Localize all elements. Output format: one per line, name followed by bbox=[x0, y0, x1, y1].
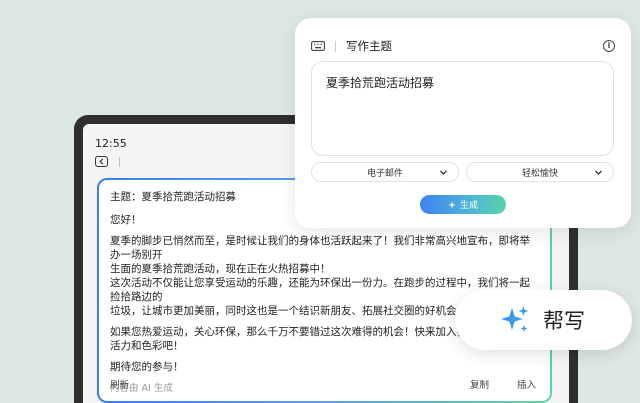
info-icon[interactable]: i bbox=[603, 40, 615, 52]
sparkle-icon bbox=[447, 200, 456, 209]
generate-label: 生成 bbox=[459, 201, 478, 211]
type-select-value: 电子邮件 bbox=[366, 168, 403, 179]
toolbar-divider bbox=[119, 157, 120, 167]
chevron-down-icon bbox=[595, 170, 602, 175]
topic-input[interactable]: 夏季拾荒跑活动招募 bbox=[311, 61, 614, 156]
chevron-down-icon bbox=[440, 170, 447, 175]
type-select[interactable]: 电子邮件 bbox=[311, 162, 459, 182]
writing-topic-panel: 写作主题 i 夏季拾荒跑活动招募 电子邮件 轻松愉快 生成 bbox=[295, 18, 631, 228]
text-line: 垃圾，让城市更加美丽，同时这也是一个结识新朋友、拓展社交圈的好机会。 bbox=[110, 305, 467, 317]
email-closing: 期待您的参与！ bbox=[110, 361, 184, 373]
chevron-left-icon bbox=[99, 158, 104, 165]
text-line: 夏季的脚步已悄然而至，是时候让我们的身体也活跃起来了！我们非常高兴地宣布，即将举… bbox=[110, 235, 530, 261]
generate-button[interactable]: 生成 bbox=[420, 195, 506, 214]
refresh-button[interactable]: 刷新 bbox=[110, 379, 129, 393]
panel-title: 写作主题 bbox=[346, 39, 392, 53]
back-button[interactable] bbox=[95, 156, 108, 167]
text-line: 活力和色彩吧！ bbox=[110, 340, 184, 352]
tone-select[interactable]: 轻松愉快 bbox=[466, 162, 614, 182]
status-time: 12:55 bbox=[95, 137, 127, 150]
text-line: 生面的夏季拾荒跑活动，现在正在火热招募中！ bbox=[110, 263, 331, 275]
insert-button[interactable]: 插入 bbox=[517, 379, 536, 393]
text-line: 如果您热爱运动，关心环保，那么千万不要错过这次难得的机会！快来加入我们，一起 bbox=[110, 326, 509, 338]
editor-actions: 刷新 复制 插入 bbox=[110, 379, 536, 393]
panel-header: 写作主题 i bbox=[311, 38, 615, 54]
keyboard-icon[interactable] bbox=[311, 41, 325, 51]
header-divider bbox=[335, 40, 336, 52]
help-write-button[interactable]: 帮写 bbox=[455, 290, 632, 350]
sparkle-icon bbox=[501, 306, 529, 332]
help-write-label: 帮写 bbox=[543, 309, 585, 333]
tone-select-value: 轻松愉快 bbox=[521, 168, 558, 179]
copy-button[interactable]: 复制 bbox=[470, 379, 489, 393]
option-selects: 电子邮件 轻松愉快 bbox=[311, 162, 614, 182]
